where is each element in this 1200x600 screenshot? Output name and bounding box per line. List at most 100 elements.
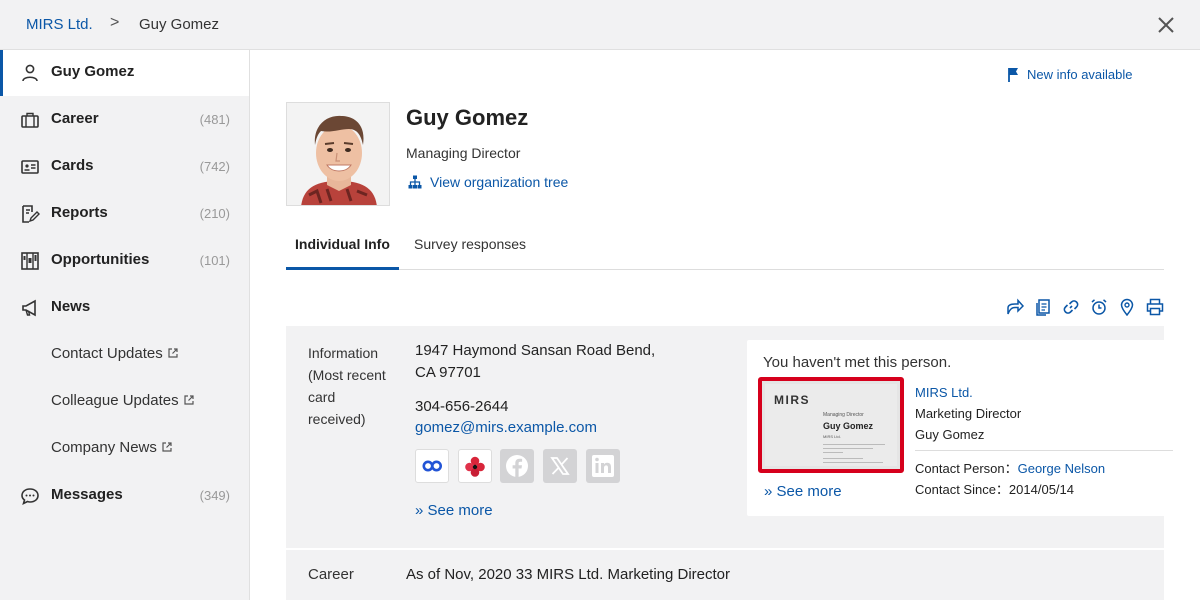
x-button[interactable] (543, 449, 577, 483)
information-label: Information (Most recent card received) (308, 345, 386, 427)
career-row: Career As of Nov, 2020 33 MIRS Ltd. Mark… (286, 550, 1164, 600)
teams-button[interactable] (415, 449, 449, 483)
see-more-info-link[interactable]: » See more (415, 502, 493, 519)
sidebar-item-count: (742) (199, 159, 230, 174)
external-link-icon (183, 395, 194, 405)
card-logo: MIRS (774, 393, 810, 407)
copy-document-icon[interactable] (1034, 298, 1052, 316)
close-button[interactable] (1154, 13, 1178, 37)
new-info-label: New info available (1027, 67, 1133, 82)
sidebar-item-label: News (51, 298, 91, 315)
chat-bubble-icon (21, 488, 39, 506)
divider (915, 450, 1173, 451)
link-icon[interactable] (1062, 298, 1080, 316)
facebook-button[interactable] (500, 449, 534, 483)
sidebar-item-label: Messages (51, 486, 123, 503)
org-tree-icon (408, 175, 422, 189)
business-card-thumbnail[interactable]: MIRS Managing Director Guy Gomez MIRS Lt… (758, 377, 904, 473)
card-company-link[interactable]: MIRS Ltd. (915, 385, 973, 400)
print-icon[interactable] (1146, 298, 1164, 316)
sidebar-subitem-company-news[interactable]: Company News (0, 426, 249, 472)
top-bar: MIRS Ltd. > Guy Gomez (0, 0, 1200, 50)
phone-number: 304-656-2644 (415, 398, 509, 415)
map-pin-icon[interactable] (1118, 298, 1136, 316)
main-content: New info available Guy Gomez Managing Di… (250, 50, 1200, 600)
card-thumb-company: MIRS Ltd. (823, 434, 841, 439)
briefcase-icon (21, 112, 39, 128)
card-text-line (823, 452, 843, 453)
sidebar-item-count: (101) (199, 253, 230, 268)
breadcrumb-company-link[interactable]: MIRS Ltd. (26, 16, 93, 33)
opportunities-board-icon (21, 252, 39, 270)
sidebar-item-career[interactable]: Career (481) (0, 97, 249, 143)
sidebar-subitem-label: Colleague Updates (51, 392, 179, 409)
profile-photo (286, 102, 390, 206)
flower-app-icon (465, 456, 485, 477)
card-text-line (823, 448, 873, 449)
card-thumb-role: Managing Director (823, 412, 864, 418)
email-link[interactable]: gomez@mirs.example.com (415, 419, 597, 436)
linkedin-button[interactable] (586, 449, 620, 483)
external-link-icon (168, 348, 178, 358)
teams-icon (422, 460, 442, 472)
avatar (287, 103, 389, 205)
tab-bar: Individual Info Survey responses (286, 230, 1164, 270)
sidebar-subitem-contact-updates[interactable]: Contact Updates (0, 332, 249, 378)
flower-app-button[interactable] (458, 449, 492, 483)
new-info-link[interactable]: New info available (1008, 67, 1133, 82)
breadcrumb-current: Guy Gomez (139, 16, 220, 33)
sidebar-item-count: (481) (199, 112, 230, 127)
facebook-icon (506, 455, 528, 477)
met-status-message: You haven't met this person. (763, 354, 952, 371)
person-icon (22, 64, 38, 82)
sidebar-item-cards[interactable]: Cards (742) (0, 144, 249, 190)
sidebar-item-label: Reports (51, 204, 108, 221)
x-icon (550, 457, 570, 475)
sidebar-item-label: Career (51, 110, 99, 127)
sidebar-subitem-label: Contact Updates (51, 345, 163, 362)
alarm-clock-icon[interactable] (1090, 298, 1108, 316)
share-icon[interactable] (1006, 298, 1024, 316)
business-card-box: You haven't met this person. MIRS Managi… (747, 340, 1189, 516)
card-thumb-name: Guy Gomez (823, 421, 874, 431)
card-text-line (823, 444, 885, 445)
profile-name: Guy Gomez (406, 105, 529, 130)
sidebar-item-label: Opportunities (51, 251, 150, 268)
breadcrumb-separator: > (110, 14, 120, 31)
view-org-tree-link[interactable]: View organization tree (430, 174, 568, 190)
career-value: As of Nov, 2020 33 MIRS Ltd. Marketing D… (406, 566, 731, 583)
sidebar-item-profile[interactable]: Guy Gomez (0, 50, 249, 96)
card-text-line (823, 462, 883, 463)
sidebar-item-count: (210) (199, 206, 230, 221)
sidebar: Guy Gomez Career (481) Cards (742) Repor… (0, 50, 250, 600)
external-link-icon (162, 442, 172, 452)
contact-since: Contact Since：2014/05/14 (915, 482, 1074, 497)
close-icon (1158, 17, 1174, 33)
contact-person-link[interactable]: George Nelson (1018, 461, 1105, 476)
sidebar-item-count: (349) (199, 488, 230, 503)
sidebar-item-messages[interactable]: Messages (349) (0, 473, 249, 519)
sidebar-item-label: Guy Gomez (51, 63, 135, 80)
sidebar-item-news[interactable]: News (0, 285, 249, 331)
address: 1947 Haymond Sansan Road Bend, CA 97701 (415, 342, 656, 381)
linkedin-icon (592, 455, 614, 477)
sidebar-item-opportunities[interactable]: Opportunities (101) (0, 238, 249, 284)
tab-individual-info[interactable]: Individual Info (286, 236, 399, 270)
card-person: Guy Gomez (915, 427, 985, 442)
card-text-line (823, 458, 863, 459)
card-role: Marketing Director (915, 406, 1022, 421)
report-edit-icon (22, 205, 40, 223)
flag-icon (1008, 68, 1018, 82)
profile-title: Managing Director (406, 145, 521, 161)
sidebar-subitem-label: Company News (51, 439, 157, 456)
career-label: Career (308, 566, 354, 583)
sidebar-item-reports[interactable]: Reports (210) (0, 191, 249, 237)
contact-person: Contact Person：George Nelson (915, 461, 1106, 476)
sidebar-subitem-colleague-updates[interactable]: Colleague Updates (0, 379, 249, 425)
see-more-card-link[interactable]: » See more (764, 483, 842, 500)
tab-survey-responses[interactable]: Survey responses (414, 236, 526, 267)
sidebar-item-label: Cards (51, 157, 94, 174)
business-card-icon (21, 160, 39, 174)
megaphone-icon (22, 299, 36, 317)
information-panel: Information (Most recent card received) … (286, 326, 1189, 548)
